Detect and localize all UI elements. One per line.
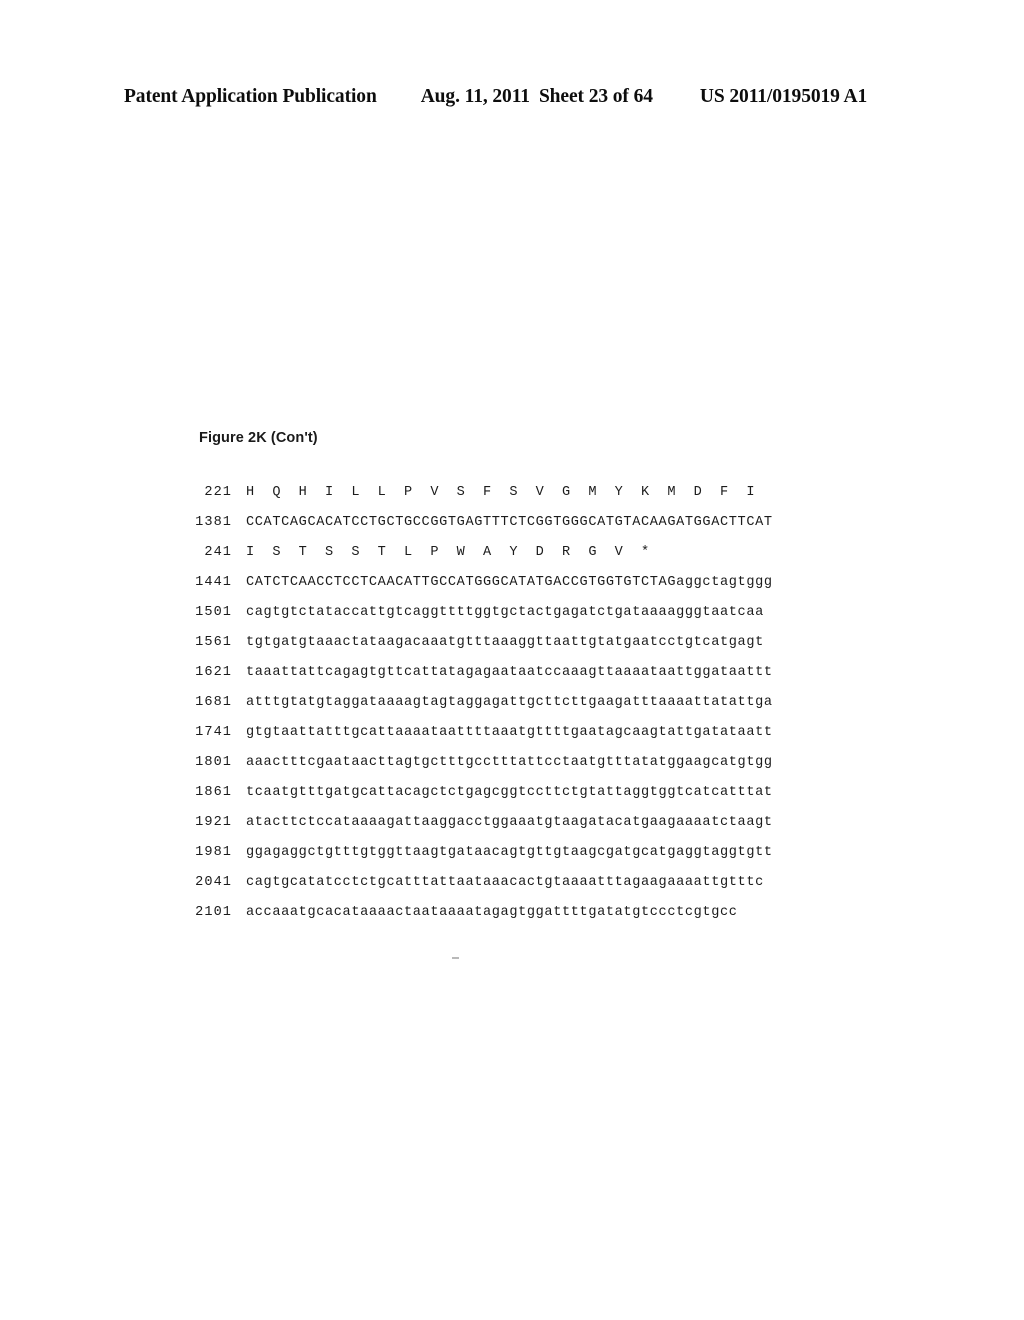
- nucleotide-sequence-text: cagtgtctataccattgtcaggttttggtgctactgagat…: [246, 605, 764, 620]
- sequence-row: 1621 taaattattcagagtgttcattatagagaataatcc…: [186, 665, 886, 695]
- sequence-position-number: 1681: [195, 695, 232, 710]
- nucleotide-sequence-text: CATCTCAACCTCCTCAACATTGCCATGGGCATATGACCGT…: [246, 575, 773, 590]
- nucleotide-sequence-text: CCATCAGCACATCCTGCTGCCGGTGAGTTTCTCGGTGGGC…: [246, 515, 773, 530]
- protein-sequence-text: H Q H I L L P V S F S V G M Y K M D F I: [246, 485, 756, 500]
- sequence-row: 2101 accaaatgcacataaaactaataaaatagagtggat…: [186, 905, 886, 935]
- sequence-position-number: 1921: [195, 815, 232, 830]
- sequence-row: 241 I S T S S T L P W A Y D R G V *: [186, 545, 886, 575]
- publication-type-label: Patent Application Publication: [124, 86, 377, 107]
- nucleotide-sequence-text: aaactttcgaataacttagtgctttgcctttattcctaat…: [246, 755, 773, 770]
- nucleotide-sequence-text: taaattattcagagtgttcattatagagaataatccaaag…: [246, 665, 773, 680]
- publication-date-and-sheet: Aug. 11, 2011 Sheet 23 of 64: [421, 86, 653, 108]
- sequence-row: 1561 tgtgatgtaaactataagacaaatgtttaaaggtta…: [186, 635, 886, 665]
- sequence-position-number: 241: [204, 545, 232, 560]
- patent-publication-page: { "header": { "publication_type": "Paten…: [0, 0, 1024, 1320]
- nucleotide-sequence-text: cagtgcatatcctctgcatttattaataaacactgtaaaa…: [246, 875, 764, 890]
- sequence-row: 1861 tcaatgtttgatgcattacagctctgagcggtcctt…: [186, 785, 886, 815]
- protein-sequence-text: I S T S S T L P W A Y D R G V *: [246, 545, 650, 560]
- sequence-row: 1741 gtgtaattatttgcattaaaataattttaaatgttt…: [186, 725, 886, 755]
- sequence-position-number: 1621: [195, 665, 232, 680]
- sequence-position-number: 1561: [195, 635, 232, 650]
- nucleotide-sequence-text: tgtgatgtaaactataagacaaatgtttaaaggttaattg…: [246, 635, 764, 650]
- sequence-position-number: 221: [204, 485, 232, 500]
- sequence-row: 1801 aaactttcgaataacttagtgctttgcctttattcc…: [186, 755, 886, 785]
- sequence-listing: 221 H Q H I L L P V S F S V G M Y K M D F…: [186, 485, 886, 935]
- sequence-position-number: 1741: [195, 725, 232, 740]
- page-header: Patent Application Publication Aug. 11, …: [124, 86, 900, 108]
- sequence-row: 1681 atttgtatgtaggataaaagtagtaggagattgctt…: [186, 695, 886, 725]
- sequence-row: 1441 CATCTCAACCTCCTCAACATTGCCATGGGCATATGA…: [186, 575, 886, 605]
- sequence-position-number: 2041: [195, 875, 232, 890]
- nucleotide-sequence-text: atttgtatgtaggataaaagtagtaggagattgcttcttg…: [246, 695, 773, 710]
- sequence-position-number: 1381: [195, 515, 232, 530]
- nucleotide-sequence-text: ggagaggctgtttgtggttaagtgataacagtgttgtaag…: [246, 845, 773, 860]
- sequence-position-number: 1981: [195, 845, 232, 860]
- nucleotide-sequence-text: tcaatgtttgatgcattacagctctgagcggtccttctgt…: [246, 785, 773, 800]
- nucleotide-sequence-text: accaaatgcacataaaactaataaaatagagtggattttg…: [246, 905, 738, 920]
- sequence-position-number: 1801: [195, 755, 232, 770]
- sequence-row: 1921 atacttctccataaaagattaaggacctggaaatgt…: [186, 815, 886, 845]
- figure-caption: Figure 2K (Con't): [199, 430, 318, 446]
- publication-date: Aug. 11, 2011: [420, 86, 530, 107]
- sequence-row: 1381 CCATCAGCACATCCTGCTGCCGGTGAGTTTCTCGGT…: [186, 515, 886, 545]
- print-artifact: [452, 957, 459, 959]
- sequence-position-number: 1501: [195, 605, 232, 620]
- sequence-position-number: 1441: [195, 575, 232, 590]
- sequence-position-number: 1861: [195, 785, 232, 800]
- sequence-row: 2041 cagtgcatatcctctgcatttattaataaacactgt…: [186, 875, 886, 905]
- nucleotide-sequence-text: atacttctccataaaagattaaggacctggaaatgtaaga…: [246, 815, 773, 830]
- nucleotide-sequence-text: gtgtaattatttgcattaaaataattttaaatgttttgaa…: [246, 725, 773, 740]
- sequence-row: 221 H Q H I L L P V S F S V G M Y K M D F…: [186, 485, 886, 515]
- sequence-row: 1501 cagtgtctataccattgtcaggttttggtgctactg…: [186, 605, 886, 635]
- sheet-number: Sheet 23 of 64: [538, 86, 653, 107]
- publication-number: US 2011/0195019 A1: [699, 86, 868, 107]
- sequence-row: 1981 ggagaggctgtttgtggttaagtgataacagtgttg…: [186, 845, 886, 875]
- sequence-position-number: 2101: [195, 905, 232, 920]
